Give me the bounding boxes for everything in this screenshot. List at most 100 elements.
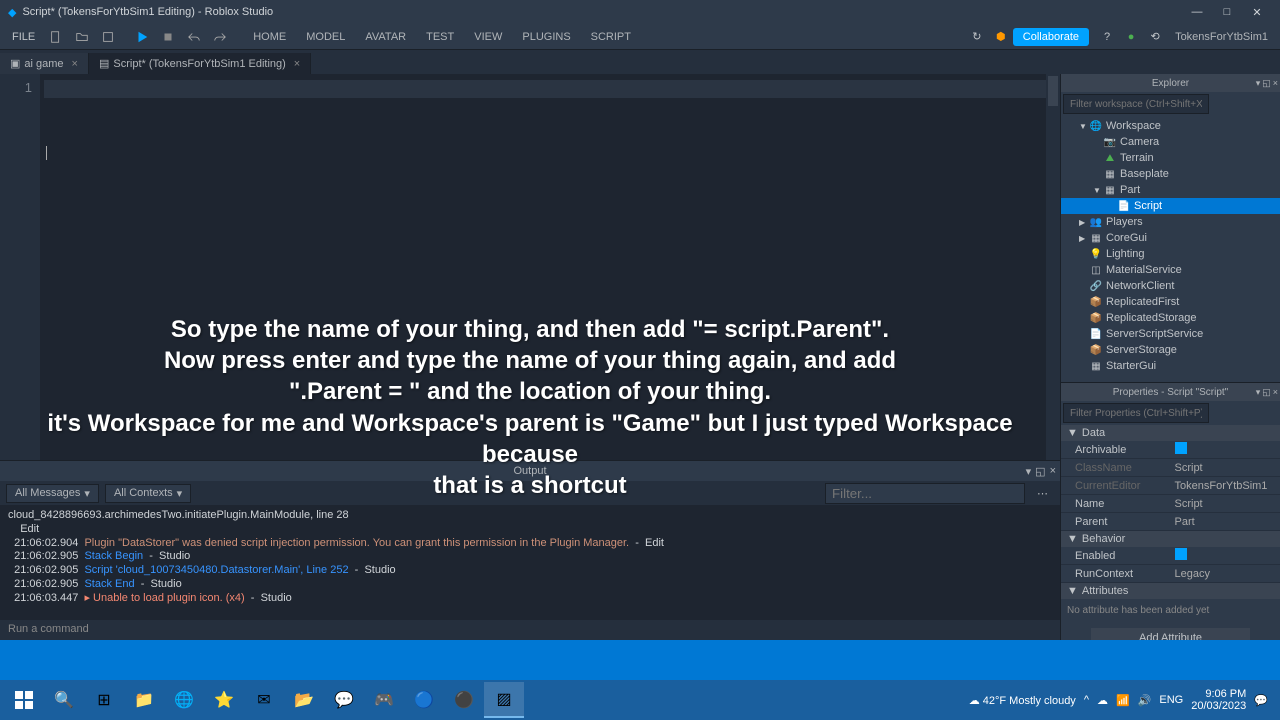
explorer-filter-input[interactable] xyxy=(1063,94,1209,114)
app-icon: ◆ xyxy=(8,6,16,19)
chrome-icon[interactable]: 🔵 xyxy=(404,682,444,718)
node-networkclient[interactable]: 🔗NetworkClient xyxy=(1061,278,1280,294)
output-filter-input[interactable] xyxy=(825,483,1025,504)
username-label[interactable]: TokensForYtbSim1 xyxy=(1167,31,1276,43)
explorer-icon[interactable]: 📁 xyxy=(124,682,164,718)
status-dot-icon: ● xyxy=(1122,28,1140,46)
messages-filter[interactable]: All Messages▾ xyxy=(6,484,99,503)
notifications-icon[interactable]: 💬 xyxy=(1254,694,1268,707)
tray-chevron-icon[interactable]: ^ xyxy=(1084,694,1089,706)
node-serverstorage[interactable]: 📦ServerStorage xyxy=(1061,342,1280,358)
node-replicatedfirst[interactable]: 📦ReplicatedFirst xyxy=(1061,294,1280,310)
code-editor[interactable]: 1 xyxy=(0,74,1060,460)
close-icon[interactable]: × xyxy=(1273,78,1278,89)
volume-icon[interactable]: 🔊 xyxy=(1138,694,1152,707)
node-coregui[interactable]: ▶▦CoreGui xyxy=(1061,230,1280,246)
dock-icon[interactable]: ▾ xyxy=(1256,78,1261,89)
robloxstudio-icon[interactable]: ▨ xyxy=(484,682,524,718)
prop-enabled[interactable]: Enabled xyxy=(1061,547,1280,565)
help-icon[interactable]: ? xyxy=(1098,28,1116,46)
maximize-button[interactable]: □ xyxy=(1212,6,1242,18)
viber-icon[interactable]: 💬 xyxy=(324,682,364,718)
close-icon[interactable]: × xyxy=(1273,387,1278,398)
obs-icon[interactable]: ⚫ xyxy=(444,682,484,718)
files-icon[interactable]: 📂 xyxy=(284,682,324,718)
close-button[interactable]: ✕ xyxy=(1242,6,1272,19)
node-part[interactable]: ▼▦Part xyxy=(1061,182,1280,198)
tab-avatar[interactable]: AVATAR xyxy=(355,31,416,43)
dock-icon[interactable]: ▾ xyxy=(1256,387,1261,398)
edge-icon[interactable]: 🌐 xyxy=(164,682,204,718)
updates-icon[interactable]: ⬢ xyxy=(992,28,1010,46)
command-input[interactable]: Run a command xyxy=(0,620,1060,640)
redo-icon[interactable] xyxy=(208,27,232,47)
add-attribute-button[interactable]: Add Attribute xyxy=(1091,628,1250,640)
node-baseplate[interactable]: ▦Baseplate xyxy=(1061,166,1280,182)
tab-model[interactable]: MODEL xyxy=(296,31,355,43)
clock[interactable]: 9:06 PM 20/03/2023 xyxy=(1191,688,1246,712)
prop-archivable[interactable]: Archivable xyxy=(1061,441,1280,459)
popout-icon[interactable]: ◱ xyxy=(1262,387,1271,398)
section-behavior[interactable]: ▼Behavior xyxy=(1061,531,1280,547)
doc-tab-script[interactable]: ▤ Script* (TokensForYtbSim1 Editing) × xyxy=(89,53,311,74)
node-camera[interactable]: 📷Camera xyxy=(1061,134,1280,150)
close-panel-icon[interactable]: × xyxy=(1050,465,1056,478)
taskview-icon[interactable]: ⊞ xyxy=(84,682,124,718)
file-menu[interactable]: FILE xyxy=(4,31,43,43)
tab-view[interactable]: VIEW xyxy=(464,31,512,43)
doc-tab-aigame[interactable]: ▣ ai game × xyxy=(0,53,89,74)
node-terrain[interactable]: ⛰Terrain xyxy=(1061,150,1280,166)
wifi-icon[interactable]: 📶 xyxy=(1116,694,1130,707)
weather-widget[interactable]: ☁ 42°F Mostly cloudy xyxy=(969,694,1076,707)
language-indicator[interactable]: ENG xyxy=(1159,694,1183,706)
node-startergui[interactable]: ▦StarterGui xyxy=(1061,358,1280,374)
explorer-tree[interactable]: ▼🌐Workspace 📷Camera ⛰Terrain ▦Baseplate … xyxy=(1061,116,1280,376)
expand-icon[interactable]: ▾ xyxy=(1026,465,1032,478)
new-icon[interactable] xyxy=(44,27,68,47)
collaborate-button[interactable]: Collaborate xyxy=(1013,28,1089,46)
refresh-icon[interactable]: ↻ xyxy=(968,28,986,46)
scrollbar[interactable] xyxy=(1046,74,1060,460)
node-script[interactable]: 📄Script xyxy=(1061,198,1280,214)
prop-classname: ClassNameScript xyxy=(1061,459,1280,477)
section-attributes[interactable]: ▼Attributes xyxy=(1061,583,1280,599)
stop-icon[interactable] xyxy=(156,27,180,47)
start-button[interactable] xyxy=(4,682,44,718)
node-players[interactable]: ▶👥Players xyxy=(1061,214,1280,230)
output-header: Output ▾ ◱ × xyxy=(0,461,1060,481)
save-icon[interactable] xyxy=(96,27,120,47)
play-icon[interactable] xyxy=(130,27,154,47)
output-log[interactable]: cloud_8428896693.archimedesTwo.initiateP… xyxy=(0,505,1060,620)
node-materialservice[interactable]: ◫MaterialService xyxy=(1061,262,1280,278)
tab-test[interactable]: TEST xyxy=(416,31,464,43)
undo-icon[interactable] xyxy=(182,27,206,47)
minimize-button[interactable]: — xyxy=(1182,6,1212,18)
popout-icon[interactable]: ◱ xyxy=(1035,465,1045,478)
node-workspace[interactable]: ▼🌐Workspace xyxy=(1061,118,1280,134)
share-icon[interactable]: ⟲ xyxy=(1146,28,1164,46)
editor-area: 1 So type the name of your thing, and th… xyxy=(0,74,1060,640)
popout-icon[interactable]: ◱ xyxy=(1262,78,1271,89)
open-icon[interactable] xyxy=(70,27,94,47)
tab-home[interactable]: HOME xyxy=(243,31,296,43)
node-lighting[interactable]: 💡Lighting xyxy=(1061,246,1280,262)
prop-parent[interactable]: ParentPart xyxy=(1061,513,1280,531)
contexts-filter[interactable]: All Contexts▾ xyxy=(105,484,191,503)
tab-script[interactable]: SCRIPT xyxy=(581,31,641,43)
close-tab-icon[interactable]: × xyxy=(294,58,300,70)
store-icon[interactable]: ⭐ xyxy=(204,682,244,718)
search-icon[interactable]: 🔍 xyxy=(44,682,84,718)
onedrive-icon[interactable]: ☁ xyxy=(1097,694,1108,707)
node-serverscriptservice[interactable]: 📄ServerScriptService xyxy=(1061,326,1280,342)
properties-filter-input[interactable] xyxy=(1063,403,1209,423)
mail-icon[interactable]: ✉ xyxy=(244,682,284,718)
prop-runcontext[interactable]: RunContextLegacy xyxy=(1061,565,1280,583)
prop-name[interactable]: NameScript xyxy=(1061,495,1280,513)
more-icon[interactable]: ⋯ xyxy=(1037,487,1048,500)
section-data[interactable]: ▼Data xyxy=(1061,425,1280,441)
tab-plugins[interactable]: PLUGINS xyxy=(512,31,580,43)
node-replicatedstorage[interactable]: 📦ReplicatedStorage xyxy=(1061,310,1280,326)
close-tab-icon[interactable]: × xyxy=(72,58,78,70)
script-icon: ▤ xyxy=(99,57,109,70)
discord-icon[interactable]: 🎮 xyxy=(364,682,404,718)
